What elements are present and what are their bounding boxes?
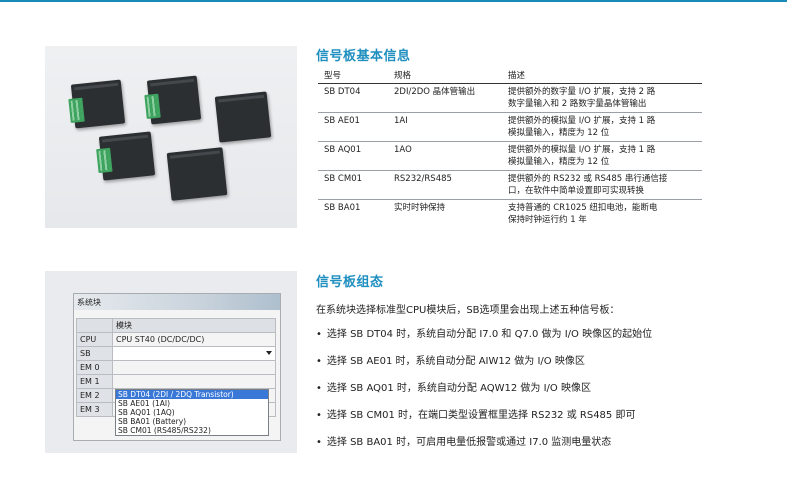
- grid-row-label: EM 2: [76, 388, 113, 403]
- column-header: 描述: [502, 69, 702, 84]
- terminal-block: [68, 97, 85, 123]
- signal-board-module: [214, 91, 272, 143]
- signal-board-module: [144, 75, 202, 125]
- sb-dropdown-list: SB DT04 (2DI / 2DQ Transistor) SB AE01 (…: [115, 389, 269, 436]
- grid-row[interactable]: CPU CPU ST40 (DC/DC/DC): [76, 332, 276, 347]
- desc-line: 提供额外的 RS232 或 RS485 串行通信接: [508, 174, 668, 184]
- dropdown-option[interactable]: SB CM01 (RS485/RS232): [116, 426, 268, 435]
- dropdown-option[interactable]: SB DT04 (2DI / 2DQ Transistor): [116, 390, 268, 399]
- grid-corner: [76, 318, 113, 333]
- bullet-item: 选择 SB DT04 时，系统自动分配 I7.0 和 Q7.0 做为 I/O 映…: [316, 325, 652, 352]
- spec-cell: RS232/RS485: [388, 170, 502, 200]
- bullet-item: 选择 SB CM01 时，在端口类型设置框里选择 RS232 或 RS485 即…: [316, 406, 652, 433]
- model-cell: SB CM01: [318, 170, 388, 200]
- bullet-item: 选择 SB AE01 时，系统自动分配 AIW12 做为 I/O 映像区: [316, 352, 652, 379]
- grid-cell[interactable]: [112, 374, 276, 389]
- model-cell: SB BA01: [324, 203, 361, 213]
- grid-row-label: EM 0: [76, 360, 113, 375]
- configuration-bullet-list: 选择 SB DT04 时，系统自动分配 I7.0 和 Q7.0 做为 I/O 映…: [316, 325, 652, 460]
- grid-row-label: EM 1: [76, 374, 113, 389]
- section-title-configuration: 信号板组态: [316, 275, 384, 290]
- grid-cell[interactable]: CPU ST40 (DC/DC/DC): [112, 332, 276, 347]
- bullet-item: 选择 SB AQ01 时，系统自动分配 AQW12 做为 I/O 映像区: [316, 379, 652, 406]
- table-header-row: 型号 规格 描述: [318, 69, 702, 84]
- spec-cell: 实时时钟保持: [394, 203, 446, 213]
- model-cell: SB AE01: [318, 112, 388, 142]
- bullet-item: 选择 SB BA01 时，可启用电量低报警或通过 I7.0 监测电量状态: [316, 433, 652, 460]
- desc-line: 模拟量输入，精度为 12 位: [508, 128, 610, 138]
- desc-cell: 提供额外的数字量 I/O 扩展，支持 2 路数字量输入和 2 路数字量晶体管输出: [502, 83, 702, 113]
- desc-cell: 提供额外的模拟量 I/O 扩展，支持 1 路模拟量输入，精度为 12 位: [502, 141, 702, 171]
- dropdown-option[interactable]: SB BA01 (Battery): [116, 417, 268, 426]
- grid-column-header: 模块: [112, 318, 276, 333]
- grid-row[interactable]: SB: [76, 346, 276, 361]
- sb-select[interactable]: [112, 346, 276, 361]
- signal-board-photo: [45, 46, 297, 228]
- signal-board-module: [96, 131, 156, 181]
- desc-line: 数字量输入和 2 路数字量晶体管输出: [508, 99, 647, 109]
- configuration-intro: 在系统块选择标准型CPU模块后，SB选项里会出现上述五种信号板：: [316, 305, 620, 316]
- chevron-down-icon[interactable]: [266, 351, 272, 355]
- signal-board-module: [68, 79, 126, 129]
- desc-line: 支持普通的 CR1025 纽扣电池，能断电: [508, 203, 658, 213]
- table-row: SB AQ01 1AO 提供额外的模拟量 I/O 扩展，支持 1 路模拟量输入，…: [318, 141, 702, 171]
- table-row: SB CM01 RS232/RS485 提供额外的 RS232 或 RS485 …: [318, 170, 702, 200]
- table-row: SB DT04 2DI/2DO 晶体管输出 提供额外的数字量 I/O 扩展，支持…: [318, 83, 702, 113]
- grid-row-label: SB: [76, 346, 113, 361]
- desc-line: 提供额外的数字量 I/O 扩展，支持 2 路: [508, 87, 656, 97]
- dropdown-option[interactable]: SB AE01 (1AI): [116, 399, 268, 408]
- top-rule: [0, 0, 787, 2]
- grid-header-row: 模块: [76, 318, 276, 333]
- spec-cell: 1AI: [388, 112, 502, 142]
- terminal-block: [96, 147, 113, 174]
- desc-cell: 提供额外的模拟量 I/O 扩展，支持 1 路模拟量输入，精度为 12 位: [502, 112, 702, 142]
- model-cell: SB AQ01: [318, 141, 388, 171]
- grid-cell[interactable]: [112, 360, 276, 375]
- signal-board-module: [166, 147, 228, 201]
- window-title: 系统块: [74, 294, 280, 310]
- grid-row-label: CPU: [76, 332, 113, 347]
- column-header: 型号: [318, 69, 388, 84]
- desc-cell: 提供额外的 RS232 或 RS485 串行通信接 口，在软件中简单设置即可实现转…: [502, 170, 702, 200]
- system-block-window: 系统块 模块 CPU CPU ST40 (DC/DC/DC) SB EM 0 E…: [73, 293, 281, 441]
- model-cell: SB DT04: [318, 83, 388, 113]
- table-row: SB BA01 实时时钟保持 支持普通的 CR1025 纽扣电池，能断电 保持时钟…: [318, 200, 702, 229]
- terminal-block: [144, 93, 161, 119]
- grid-row[interactable]: EM 0: [76, 360, 276, 375]
- desc-line: 模拟量输入，精度为 12 位: [508, 157, 610, 167]
- spec-cell: 1AO: [388, 141, 502, 171]
- column-header: 规格: [388, 69, 502, 84]
- desc-cell: 支持普通的 CR1025 纽扣电池，能断电 保持时钟运行约 1 年: [502, 200, 702, 229]
- grid-row[interactable]: EM 1: [76, 374, 276, 389]
- desc-line: 保持时钟运行约 1 年: [508, 215, 587, 225]
- section-title-basic-info: 信号板基本信息: [316, 49, 411, 64]
- grid-row-label: EM 3: [76, 402, 113, 417]
- signal-board-spec-table: 型号 规格 描述 SB DT04 2DI/2DO 晶体管输出 提供额外的数字量 …: [318, 69, 702, 228]
- desc-line: 提供额外的模拟量 I/O 扩展，支持 1 路: [508, 145, 656, 155]
- desc-line: 提供额外的模拟量 I/O 扩展，支持 1 路: [508, 116, 656, 126]
- desc-line: 口，在软件中简单设置即可实现转换: [508, 186, 645, 196]
- dropdown-option[interactable]: SB AQ01 (1AQ): [116, 408, 268, 417]
- spec-cell: 2DI/2DO 晶体管输出: [388, 83, 502, 113]
- system-block-screenshot: 系统块 模块 CPU CPU ST40 (DC/DC/DC) SB EM 0 E…: [45, 271, 297, 453]
- table-row: SB AE01 1AI 提供额外的模拟量 I/O 扩展，支持 1 路模拟量输入，…: [318, 112, 702, 142]
